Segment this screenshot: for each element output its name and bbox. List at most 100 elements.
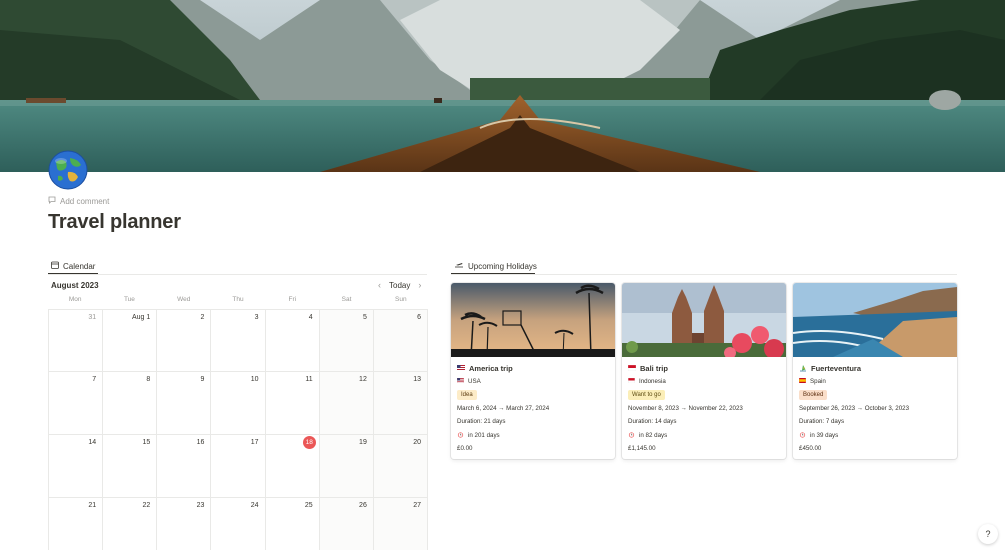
holiday-title: America trip <box>457 362 609 375</box>
holiday-status: Idea <box>457 388 609 401</box>
day-number: 25 <box>304 502 313 509</box>
calendar-day-cell[interactable]: 21 <box>49 498 104 550</box>
calendar-day-cell[interactable]: 17 <box>211 435 266 498</box>
usa-flag-icon <box>457 378 464 385</box>
calendar-day-cell[interactable]: 10 <box>211 372 266 435</box>
holiday-countdown: in 201 days <box>457 429 609 442</box>
windsurfer-icon <box>799 364 807 374</box>
calendar-day-cell[interactable]: 15 <box>103 435 158 498</box>
weekday-label: Thu <box>232 296 244 303</box>
calendar-day-cell[interactable]: 18 <box>265 435 320 498</box>
calendar-day-cell[interactable]: 23 <box>157 498 212 550</box>
calendar-day-cell[interactable]: 27 <box>373 498 428 550</box>
day-number: 12 <box>359 376 367 383</box>
usa-flag-icon <box>457 364 465 373</box>
calendar-day-cell[interactable]: 26 <box>319 498 374 550</box>
spain-flag-icon <box>799 378 806 385</box>
calendar-month-label: August 2023 <box>51 281 99 290</box>
holiday-card[interactable]: Fuerteventura Spain Booked September 26,… <box>793 283 957 459</box>
calendar-day-cell[interactable]: 14 <box>49 435 104 498</box>
day-number: 23 <box>196 502 205 509</box>
tab-upcoming-holidays[interactable]: Upcoming Holidays <box>451 258 540 274</box>
airplane-departure-icon <box>454 261 464 271</box>
day-number: 5 <box>362 314 367 321</box>
calendar-grid: 31 Aug 1 2 3 4 5 6 7 8 9 10 11 12 13 14 … <box>48 309 428 550</box>
chevron-right-icon[interactable]: › <box>418 280 421 290</box>
holiday-cover-image <box>793 283 957 357</box>
calendar-day-cell[interactable]: 6 <box>373 310 428 372</box>
calendar-navigation: ‹ Today › <box>378 280 421 290</box>
tab-calendar[interactable]: Calendar <box>48 258 98 274</box>
day-number: 13 <box>413 376 421 383</box>
help-button[interactable]: ? <box>978 524 998 544</box>
calendar-day-cell[interactable]: 16 <box>157 435 212 498</box>
holiday-country-text: Indonesia <box>639 378 666 386</box>
day-number: 6 <box>417 314 421 321</box>
calendar-day-cell[interactable]: 12 <box>319 372 374 435</box>
day-number: 3 <box>254 314 259 321</box>
cover-image[interactable] <box>0 0 1005 172</box>
calendar-day-cell[interactable]: 2 <box>157 310 212 372</box>
holiday-title-text: Bali trip <box>640 364 668 373</box>
holiday-countdown-text: in 39 days <box>810 431 839 439</box>
holiday-cover-image <box>451 283 615 357</box>
calendar-day-cell[interactable]: 4 <box>265 310 320 372</box>
holiday-title-text: America trip <box>469 364 513 373</box>
holiday-budget: £0.00 <box>457 445 473 453</box>
calendar-day-cell[interactable]: 3 <box>211 310 266 372</box>
weekday-label: Fri <box>288 296 297 303</box>
calendar-day-cell[interactable]: 20 <box>373 435 428 498</box>
calendar-day-cell[interactable]: 31 <box>49 310 104 372</box>
page-title[interactable]: Travel planner <box>48 211 181 234</box>
add-comment-label: Add comment <box>60 196 110 206</box>
holiday-country-text: USA <box>468 378 481 386</box>
calendar-icon <box>51 261 59 271</box>
holiday-countdown-text: in 201 days <box>468 431 500 439</box>
calendar-day-cell[interactable]: 25 <box>266 498 320 550</box>
tab-upcoming-holidays-label: Upcoming Holidays <box>468 261 537 271</box>
day-number: 26 <box>359 502 367 509</box>
holiday-countdown: in 39 days <box>799 429 951 442</box>
holiday-card[interactable]: Bali trip Indonesia Want to go November … <box>622 283 786 459</box>
alarm-clock-icon <box>457 431 464 440</box>
add-comment-button[interactable]: Add comment <box>48 196 109 206</box>
lake-boat-illustration <box>0 0 1005 172</box>
calendar-day-cell[interactable]: 22 <box>103 498 158 550</box>
holiday-budget: £1,145.00 <box>628 445 656 453</box>
weekday-label: Mon <box>68 296 82 303</box>
day-number: 11 <box>305 376 313 383</box>
today-badge: 18 <box>302 436 316 449</box>
calendar-day-cell[interactable]: 7 <box>49 372 104 435</box>
holiday-country: Spain <box>799 375 951 388</box>
holiday-cover-image <box>622 283 786 357</box>
day-number: 7 <box>92 376 97 383</box>
weekday-label: Sat <box>341 296 352 303</box>
divider <box>48 274 427 275</box>
chevron-left-icon[interactable]: ‹ <box>378 280 381 290</box>
today-button[interactable]: Today <box>389 281 410 290</box>
holiday-dates: September 26, 2023 → October 3, 2023 <box>799 404 910 412</box>
day-number: 9 <box>200 376 205 383</box>
calendar-day-cell[interactable]: Aug 1 <box>103 310 158 372</box>
calendar-day-cell[interactable]: 19 <box>319 435 374 498</box>
alarm-clock-icon <box>799 431 806 440</box>
calendar-day-cell[interactable]: 5 <box>319 310 374 372</box>
calendar-day-cell[interactable]: 13 <box>373 372 428 435</box>
calendar-day-cell[interactable]: 24 <box>211 498 266 550</box>
comment-icon <box>48 196 56 206</box>
holiday-country: Indonesia <box>628 375 780 388</box>
calendar-day-cell[interactable]: 9 <box>157 372 212 435</box>
divider <box>451 274 957 275</box>
calendar-day-cell[interactable]: 8 <box>103 372 158 435</box>
holiday-duration: Duration: 21 days <box>457 418 506 426</box>
globe-icon[interactable] <box>48 150 88 190</box>
holiday-status: Want to go <box>628 388 780 401</box>
day-number: 21 <box>88 502 97 509</box>
weekday-header: Mon Tue Wed Thu Fri Sat Sun <box>48 296 428 303</box>
day-number: 4 <box>308 314 313 321</box>
holiday-card[interactable]: America trip USA Idea March 6, 2024 → Ma… <box>451 283 615 459</box>
day-number: 10 <box>250 376 259 383</box>
calendar-day-cell[interactable]: 11 <box>265 372 320 435</box>
holiday-status: Booked <box>799 388 951 401</box>
indonesia-flag-icon <box>628 378 635 385</box>
